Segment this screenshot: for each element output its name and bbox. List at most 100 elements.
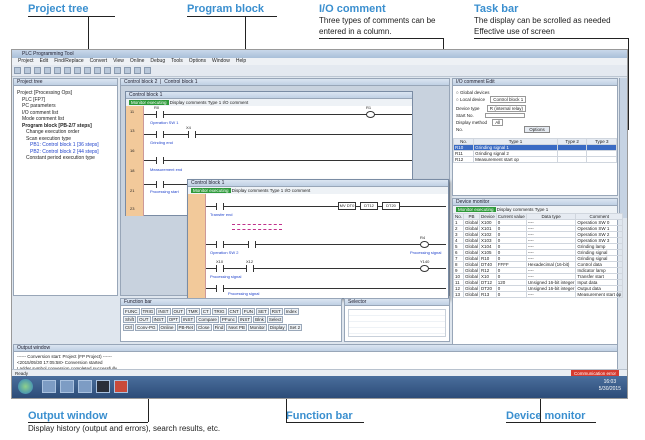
- contact-symbol[interactable]: [156, 181, 164, 188]
- online-icon[interactable]: [114, 67, 121, 74]
- function-key-button[interactable]: Display: [267, 324, 287, 331]
- io-comment-toggle[interactable]: I/O comment: [285, 188, 311, 193]
- contact-symbol[interactable]: [216, 285, 224, 292]
- function-key-button[interactable]: Online: [158, 324, 176, 331]
- menu-debug[interactable]: Debug: [150, 58, 165, 65]
- instruction-box[interactable]: DT20: [382, 202, 400, 210]
- folder-icon[interactable]: [78, 380, 92, 393]
- coil-symbol[interactable]: [420, 241, 429, 248]
- monitor-icon[interactable]: [124, 67, 131, 74]
- global-devices-radio[interactable]: Global devices: [460, 90, 490, 95]
- function-key-button[interactable]: TRIG: [211, 308, 227, 315]
- system-clock[interactable]: 16:03 5/30/2015: [599, 379, 621, 393]
- function-key-button[interactable]: INST: [181, 316, 196, 323]
- tab-control-block-2[interactable]: Control block 2: [124, 79, 157, 85]
- copy-icon[interactable]: [54, 67, 61, 74]
- device-type-select[interactable]: R (internal relay): [486, 105, 527, 112]
- function-key-button[interactable]: INST: [237, 316, 253, 323]
- coil-symbol[interactable]: [420, 265, 429, 272]
- function-key-button[interactable]: CNT: [227, 308, 241, 315]
- table-cell[interactable]: [556, 156, 588, 163]
- function-key-button[interactable]: OUT: [137, 316, 151, 323]
- function-key-button[interactable]: TRIG: [140, 308, 156, 315]
- upload-icon[interactable]: [144, 67, 151, 74]
- function-key-button[interactable]: Set 2: [287, 324, 303, 331]
- contact-symbol[interactable]: [156, 131, 164, 138]
- menu-online[interactable]: Online: [130, 58, 144, 65]
- local-block-select[interactable]: Control block 1: [490, 96, 527, 103]
- contact-symbol[interactable]: [156, 157, 164, 164]
- save-icon[interactable]: [34, 67, 41, 74]
- instruction-box[interactable]: DT12: [360, 202, 378, 210]
- function-key-button[interactable]: Monitor: [247, 324, 267, 331]
- function-key-button[interactable]: PFunc: [219, 316, 237, 323]
- function-key-button[interactable]: Shift: [123, 316, 137, 323]
- undo-icon[interactable]: [74, 67, 81, 74]
- contact-symbol[interactable]: [248, 241, 256, 248]
- function-key-button[interactable]: FUNC: [123, 308, 140, 315]
- function-key-button[interactable]: Compare: [196, 316, 219, 323]
- function-key-button[interactable]: Index: [283, 308, 299, 315]
- start-no-input[interactable]: [485, 113, 526, 119]
- contact-symbol[interactable]: [246, 265, 254, 272]
- monitor-executing-button[interactable]: Monitor executing: [456, 207, 496, 212]
- io-comment-toggle[interactable]: I/O comment: [223, 100, 249, 105]
- monitor-executing-button[interactable]: Monitor executing: [129, 100, 169, 105]
- function-key-button[interactable]: FUN: [241, 308, 256, 315]
- open-icon[interactable]: [24, 67, 31, 74]
- tree-item[interactable]: Constant period execution type: [14, 155, 117, 162]
- function-key-button[interactable]: Select: [266, 316, 284, 323]
- table-row[interactable]: R12 Measurement start op: [452, 156, 617, 163]
- function-key-button[interactable]: Close: [196, 324, 212, 331]
- coil-symbol[interactable]: [366, 111, 375, 118]
- contact-symbol[interactable]: [156, 111, 164, 118]
- selector-list[interactable]: [348, 309, 446, 337]
- display-method-select[interactable]: All: [492, 119, 504, 126]
- menu-view[interactable]: View: [113, 58, 124, 65]
- table-cell[interactable]: Measurement start op: [473, 156, 558, 163]
- menu-find[interactable]: Find/Replace: [54, 58, 83, 65]
- tab-control-block-1[interactable]: Control block 1: [164, 79, 197, 85]
- explorer-icon[interactable]: [42, 380, 56, 393]
- table-row[interactable]: 13 Global R13 0 ---- Measurement start op: [452, 291, 624, 298]
- menu-window[interactable]: Window: [212, 58, 230, 65]
- function-key-button[interactable]: Blnk: [253, 316, 266, 323]
- type-select[interactable]: Type 1: [270, 188, 284, 193]
- function-key-button[interactable]: OPT: [166, 316, 181, 323]
- instruction-box[interactable]: MV DT0: [338, 202, 356, 210]
- contact-symbol[interactable]: [216, 203, 224, 210]
- cut-icon[interactable]: [44, 67, 51, 74]
- type-select[interactable]: Type 1: [535, 207, 549, 212]
- download-icon[interactable]: [134, 67, 141, 74]
- function-key-button[interactable]: Ctrl: [123, 324, 134, 331]
- app-window-icon[interactable]: [96, 380, 110, 393]
- function-key-button[interactable]: CT: [200, 308, 211, 315]
- menu-project[interactable]: Project: [18, 58, 34, 65]
- menu-edit[interactable]: Edit: [40, 58, 49, 65]
- find-icon[interactable]: [94, 67, 101, 74]
- function-key-button[interactable]: Conv-PG: [135, 324, 158, 331]
- function-key-button[interactable]: TMR: [186, 308, 200, 315]
- start-button-icon[interactable]: [18, 379, 33, 394]
- menu-convert[interactable]: Convert: [90, 58, 108, 65]
- function-key-button[interactable]: INST: [156, 308, 171, 315]
- function-key-button[interactable]: OUT: [171, 308, 186, 315]
- menu-options[interactable]: Options: [189, 58, 206, 65]
- function-key-button[interactable]: INST: [151, 316, 166, 323]
- function-key-button[interactable]: Next PB: [226, 324, 247, 331]
- new-icon[interactable]: [14, 67, 21, 74]
- contact-symbol[interactable]: [216, 241, 224, 248]
- contact-symbol[interactable]: [188, 131, 196, 138]
- local-device-radio[interactable]: Local device: [460, 97, 485, 102]
- vertical-task-bar[interactable]: [619, 78, 627, 218]
- function-key-button[interactable]: SET: [256, 308, 269, 315]
- convert-icon[interactable]: [104, 67, 111, 74]
- monitor-executing-button[interactable]: Monitor executing: [191, 188, 231, 193]
- function-key-button[interactable]: PB-Ret: [176, 324, 196, 331]
- type-select[interactable]: Type 1: [208, 100, 222, 105]
- menu-help[interactable]: Help: [236, 58, 246, 65]
- options-button[interactable]: Options: [524, 126, 550, 133]
- media-player-icon[interactable]: [60, 380, 74, 393]
- function-key-button[interactable]: RST: [269, 308, 283, 315]
- paste-icon[interactable]: [64, 67, 71, 74]
